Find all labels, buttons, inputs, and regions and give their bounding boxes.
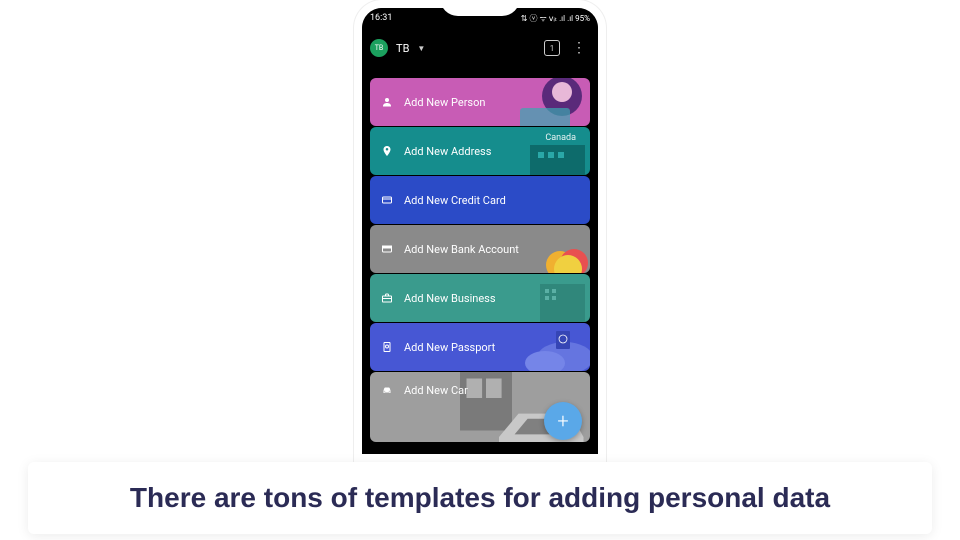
pin-icon [380, 145, 394, 157]
template-list: Add New Person Add New Address Canada [362, 68, 598, 454]
card-address-label: Add New Address [404, 145, 491, 158]
plus-icon: + [557, 409, 568, 433]
card-passport-label: Add New Passport [404, 341, 495, 354]
phone-notch [440, 0, 520, 16]
passport-deco [490, 323, 590, 371]
passport-icon [380, 341, 394, 353]
card-business-label: Add New Business [404, 292, 496, 305]
phone-frame: 16:31 ⇅ ⓥ ᯤ 𝗏ᵢₜ .ıl .ıl 95% TB TB ▼ 1 ⋮ [354, 0, 606, 462]
card-business[interactable]: Add New Business [370, 274, 590, 322]
card-bank[interactable]: Add New Bank Account [370, 225, 590, 273]
status-time: 16:31 [370, 13, 392, 23]
card-address[interactable]: Add New Address Canada [370, 127, 590, 175]
avatar-initials: TB [375, 44, 384, 52]
account-label[interactable]: TB [396, 42, 409, 55]
tabs-button[interactable]: 1 [544, 40, 560, 56]
wallet-icon [380, 243, 394, 255]
status-signal-icons: ⇅ ⓥ ᯤ 𝗏ᵢₜ .ıl .ıl [521, 13, 573, 24]
fab-add-button[interactable]: + [544, 402, 582, 440]
card-credit-label: Add New Credit Card [404, 194, 506, 207]
card-person-label: Add New Person [404, 96, 485, 109]
phone-screen: 16:31 ⇅ ⓥ ᯤ 𝗏ᵢₜ .ıl .ıl 95% TB TB ▼ 1 ⋮ [362, 8, 598, 454]
person-deco [490, 78, 590, 126]
card-bank-label: Add New Bank Account [404, 243, 519, 256]
credit-card-icon [380, 194, 394, 206]
avatar[interactable]: TB [370, 39, 388, 57]
car-icon [380, 384, 394, 396]
card-person[interactable]: Add New Person [370, 78, 590, 126]
caption-box: There are tons of templates for adding p… [28, 462, 932, 534]
tab-count: 1 [550, 44, 555, 53]
status-battery: 95% [575, 14, 590, 23]
business-deco [490, 274, 590, 322]
caption-text: There are tons of templates for adding p… [130, 482, 830, 514]
status-icons: ⇅ ⓥ ᯤ 𝗏ᵢₜ .ıl .ıl 95% [521, 13, 590, 24]
app-bar: TB TB ▼ 1 ⋮ [362, 28, 598, 68]
briefcase-icon [380, 292, 394, 304]
menu-icon[interactable]: ⋮ [568, 40, 590, 56]
card-address-badge: Canada [545, 133, 576, 143]
card-credit[interactable]: Add New Credit Card [370, 176, 590, 224]
card-car-label: Add New Car [404, 384, 468, 397]
person-icon [380, 96, 394, 108]
chevron-down-icon[interactable]: ▼ [417, 44, 425, 53]
card-passport[interactable]: Add New Passport [370, 323, 590, 371]
